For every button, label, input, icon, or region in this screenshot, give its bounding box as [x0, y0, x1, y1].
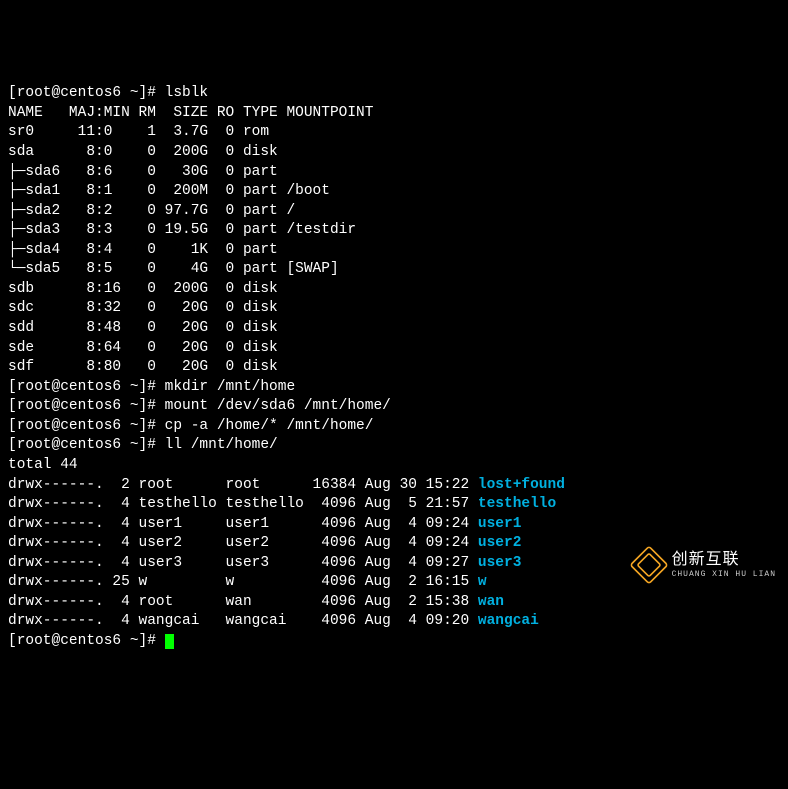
- lsblk-row: sde 8:64 0 20G 0 disk: [8, 339, 780, 359]
- ll-row: drwx------. 4 user1 user1 4096 Aug 4 09:…: [8, 515, 780, 535]
- lsblk-row: ├─sda2 8:2 0 97.7G 0 part /: [8, 202, 780, 222]
- cursor-icon: [165, 634, 174, 649]
- directory-name: user3: [478, 555, 522, 571]
- lsblk-header: NAME MAJ:MIN RM SIZE RO TYPE MOUNTPOINT: [8, 104, 780, 124]
- command-line: [root@centos6 ~]# lsblk: [8, 84, 780, 104]
- ll-row: drwx------. 4 testhello testhello 4096 A…: [8, 495, 780, 515]
- lsblk-row: sdb 8:16 0 200G 0 disk: [8, 280, 780, 300]
- directory-name: lost+found: [478, 477, 565, 493]
- directory-name: testhello: [478, 496, 556, 512]
- lsblk-row: ├─sda3 8:3 0 19.5G 0 part /testdir: [8, 221, 780, 241]
- lsblk-row: └─sda5 8:5 0 4G 0 part [SWAP]: [8, 260, 780, 280]
- lsblk-row: ├─sda1 8:1 0 200M 0 part /boot: [8, 182, 780, 202]
- lsblk-row: sdf 8:80 0 20G 0 disk: [8, 358, 780, 378]
- watermark: 创新互联 CHUANG XIN HU LIAN: [632, 548, 776, 582]
- lsblk-row: sr0 11:0 1 3.7G 0 rom: [8, 123, 780, 143]
- directory-name: wan: [478, 594, 504, 610]
- lsblk-row: sdc 8:32 0 20G 0 disk: [8, 299, 780, 319]
- lsblk-row: ├─sda6 8:6 0 30G 0 part: [8, 163, 780, 183]
- command-line: [root@centos6 ~]# mkdir /mnt/home: [8, 378, 780, 398]
- watermark-logo-icon: [632, 548, 666, 582]
- watermark-text-cn: 创新互联: [672, 549, 776, 571]
- watermark-text-en: CHUANG XIN HU LIAN: [672, 570, 776, 581]
- lsblk-row: sda 8:0 0 200G 0 disk: [8, 143, 780, 163]
- lsblk-row: sdd 8:48 0 20G 0 disk: [8, 319, 780, 339]
- ll-row: drwx------. 4 wangcai wangcai 4096 Aug 4…: [8, 612, 780, 632]
- directory-name: wangcai: [478, 613, 539, 629]
- ll-total: total 44: [8, 456, 780, 476]
- command-line: [root@centos6 ~]# cp -a /home/* /mnt/hom…: [8, 417, 780, 437]
- command-line: [root@centos6 ~]# mount /dev/sda6 /mnt/h…: [8, 397, 780, 417]
- directory-name: w: [478, 574, 487, 590]
- ll-row: drwx------. 2 root root 16384 Aug 30 15:…: [8, 476, 780, 496]
- lsblk-row: ├─sda4 8:4 0 1K 0 part: [8, 241, 780, 261]
- command-line: [root@centos6 ~]# ll /mnt/home/: [8, 436, 780, 456]
- directory-name: user2: [478, 535, 522, 551]
- directory-name: user1: [478, 516, 522, 532]
- prompt-line[interactable]: [root@centos6 ~]#: [8, 632, 780, 652]
